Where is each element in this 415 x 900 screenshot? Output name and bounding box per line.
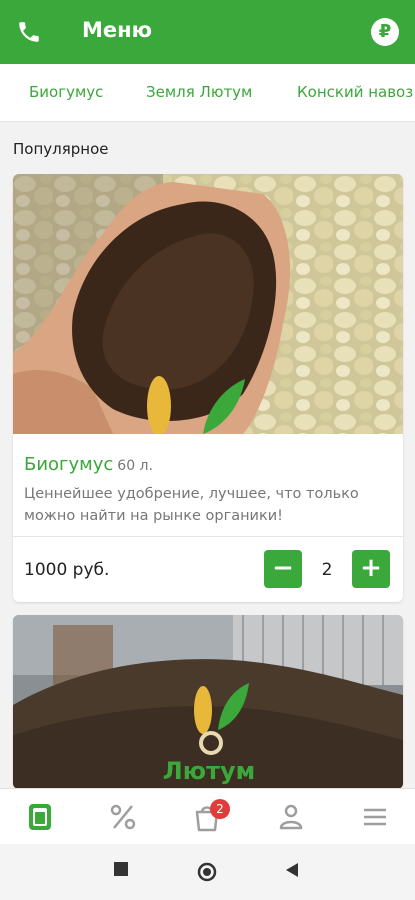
section-title: Популярное [13, 140, 109, 158]
divider [13, 536, 403, 537]
quantity-value: 2 [321, 560, 333, 580]
product-card[interactable]: Биогумус 60 л. Ценнейшее удобрение, лучше… [13, 174, 403, 602]
product-volume: 60 л. [117, 458, 153, 474]
product-image [13, 174, 403, 434]
decrease-quantity-button[interactable]: − [264, 550, 302, 588]
product-name[interactable]: Биогумус 60 л. [24, 454, 153, 475]
product-image: Лютум [13, 615, 403, 789]
back-icon[interactable] [284, 862, 300, 878]
page-title: Меню [82, 18, 153, 42]
product-price: 1000 руб. [24, 560, 110, 580]
tab-biohumus[interactable]: Биогумус [29, 83, 103, 101]
product-description: Ценнейшее удобрение, лучшее, что только … [24, 486, 359, 524]
tab-horse-manure[interactable]: Конский навоз [297, 83, 413, 101]
top-bar: Меню ₽ [0, 0, 415, 64]
more-icon[interactable] [359, 801, 391, 833]
product-card[interactable]: Лютум [13, 615, 403, 789]
bottom-navigation: 2 [0, 788, 415, 844]
cart-badge: 2 [210, 799, 230, 819]
tab-lutum-soil[interactable]: Земля Лютум [146, 83, 252, 101]
recents-icon[interactable] [114, 862, 128, 876]
ruble-icon[interactable]: ₽ [371, 18, 399, 46]
system-navigation-bar [0, 844, 415, 900]
product-title: Биогумус [24, 454, 114, 475]
phone-icon[interactable] [16, 19, 42, 45]
increase-quantity-button[interactable]: + [352, 550, 390, 588]
home-icon[interactable] [197, 862, 217, 882]
brand-logo-text: Лютум [163, 757, 255, 785]
menu-icon[interactable] [24, 801, 56, 833]
category-tabs: Биогумус Земля Лютум Конский навоз [0, 64, 415, 122]
profile-icon[interactable] [275, 801, 307, 833]
discount-icon[interactable] [107, 801, 139, 833]
